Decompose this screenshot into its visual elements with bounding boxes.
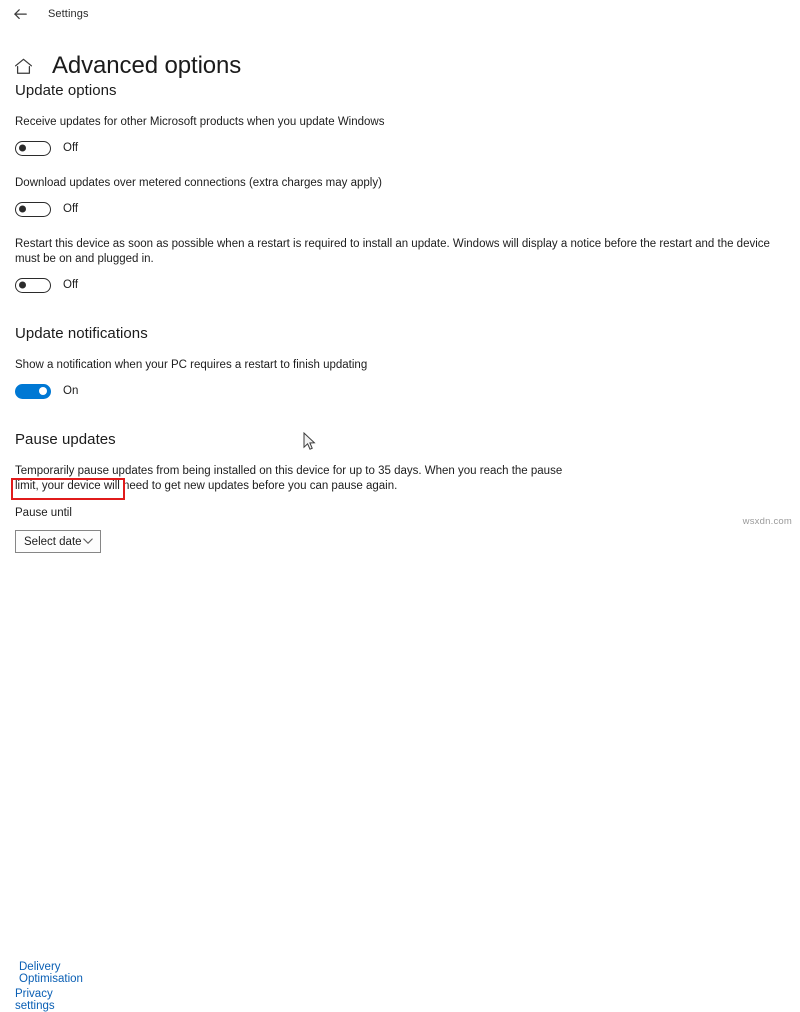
toggle-microsoft-products[interactable]: [15, 140, 51, 156]
link-privacy-settings[interactable]: Privacy settings: [15, 988, 55, 1012]
toggle-knob: [19, 205, 26, 213]
toggle-restart-asap[interactable]: [15, 277, 51, 293]
toggle-knob: [39, 387, 47, 395]
breadcrumb-label: Settings: [48, 8, 89, 20]
setting-description-metered-connections: Download updates over metered connection…: [15, 177, 382, 189]
link-delivery-optimisation[interactable]: Delivery Optimisation: [19, 961, 83, 985]
setting-row-microsoft-products: Off: [15, 138, 800, 158]
toggle-state-restart-asap: Off: [63, 279, 79, 291]
toggle-state-microsoft-products: Off: [63, 142, 79, 154]
setting-description-restart-notification: Show a notification when your PC require…: [15, 359, 368, 371]
toggle-restart-notification[interactable]: [15, 383, 51, 399]
setting-row-restart-asap: Off: [15, 275, 800, 295]
toggle-knob: [19, 144, 26, 152]
toggle-knob: [19, 281, 26, 289]
pause-until-value: Select date: [24, 535, 82, 548]
setting-row-metered-connections: Off: [15, 199, 800, 219]
section-heading-update-notifications: Update notifications: [15, 325, 148, 342]
setting-description-microsoft-products: Receive updates for other Microsoft prod…: [15, 116, 385, 128]
setting-row-restart-notification: On: [15, 381, 800, 401]
chevron-down-icon: [82, 536, 94, 548]
toggle-state-metered-connections: Off: [63, 203, 79, 215]
setting-description-restart-asap: Restart this device as soon as possible …: [15, 238, 770, 265]
pause-until-select[interactable]: Select date: [15, 530, 101, 553]
section-heading-update-options: Update options: [15, 82, 117, 99]
back-button[interactable]: [10, 4, 30, 24]
watermark: wsxdn.com: [742, 516, 792, 527]
page-title: Advanced options: [52, 52, 242, 80]
breadcrumb: Settings: [10, 4, 89, 24]
home-icon: [11, 54, 35, 78]
toggle-metered-connections[interactable]: [15, 201, 51, 217]
section-heading-pause-updates: Pause updates: [15, 431, 116, 448]
settings-content: Update options Receive updates for other…: [15, 82, 800, 553]
back-arrow-icon: [13, 8, 27, 20]
toggle-state-restart-notification: On: [63, 385, 79, 397]
pause-updates-description: Temporarily pause updates from being ins…: [15, 465, 563, 492]
pause-until-label: Pause until: [15, 507, 72, 519]
